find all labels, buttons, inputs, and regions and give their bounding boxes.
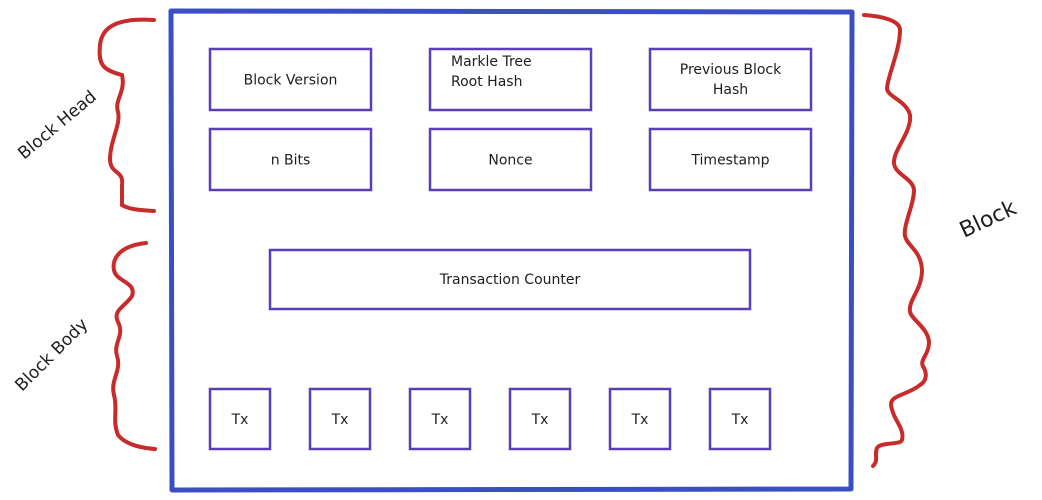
- block-label: Block: [956, 196, 1021, 244]
- transactions-row: Tx Tx Tx Tx Tx Tx: [208, 387, 772, 451]
- field-box-previous-block-hash: Previous Block Hash: [648, 47, 813, 112]
- transaction-label: Tx: [431, 412, 449, 428]
- field-box-border: [648, 47, 813, 112]
- field-label: Block Version: [244, 73, 338, 89]
- block-structure-diagram: Block Head Block Body Block Block Versio…: [11, 8, 1021, 493]
- field-box-nonce: Nonce: [428, 127, 593, 192]
- field-box-merkle-root-hash: Markle Tree Root Hash: [428, 47, 593, 112]
- transaction-label: Tx: [631, 412, 649, 428]
- field-label: Nonce: [488, 153, 532, 169]
- field-label: Hash: [713, 82, 748, 98]
- header-fields: Block Version Markle Tree Root Hash Previou…: [208, 47, 813, 192]
- field-label: Root Hash: [451, 74, 522, 90]
- transaction-label: Tx: [731, 412, 749, 428]
- block-body-brace: [111, 241, 157, 451]
- transaction-counter-label: Transaction Counter: [439, 272, 581, 288]
- transaction-box: Tx: [408, 387, 472, 451]
- transaction-label: Tx: [531, 412, 549, 428]
- transaction-box: Tx: [608, 387, 672, 451]
- transaction-counter-box: Transaction Counter: [268, 248, 752, 311]
- field-label: Markle Tree: [451, 54, 532, 70]
- field-label: n Bits: [271, 153, 311, 169]
- transaction-label: Tx: [231, 412, 249, 428]
- field-box-block-version: Block Version: [208, 47, 373, 112]
- block-head-label: Block Head: [14, 87, 100, 164]
- block-body-label: Block Body: [11, 315, 92, 396]
- transaction-box: Tx: [508, 387, 572, 451]
- block-head-brace: [97, 17, 156, 213]
- transaction-label: Tx: [331, 412, 349, 428]
- field-label: Previous Block: [680, 62, 782, 78]
- transaction-box: Tx: [708, 387, 772, 451]
- block-brace: [862, 13, 932, 468]
- field-box-n-bits: n Bits: [208, 127, 373, 192]
- field-label: Timestamp: [690, 153, 769, 169]
- field-box-timestamp: Timestamp: [648, 127, 813, 192]
- transaction-box: Tx: [208, 387, 272, 451]
- transaction-box: Tx: [308, 387, 372, 451]
